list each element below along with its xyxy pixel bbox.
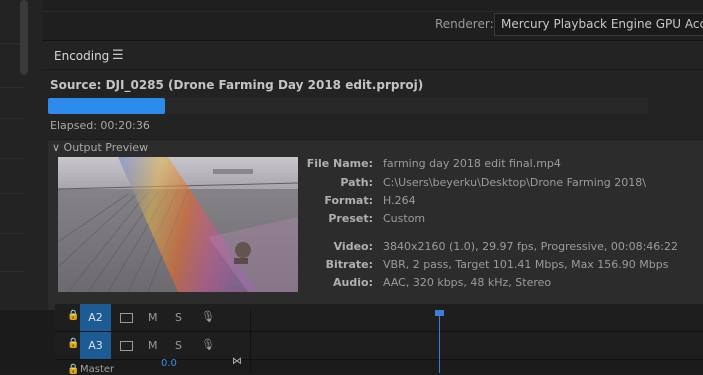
left-scrollbar[interactable] xyxy=(20,0,28,75)
info-value-video: 3840x2160 (1.0), 29.97 fps, Progressive,… xyxy=(383,240,679,253)
mic-icon[interactable]: 🎙 xyxy=(201,338,215,351)
track-output-icon[interactable] xyxy=(120,341,133,351)
progress-fill xyxy=(48,98,165,114)
lock-icon[interactable]: 🔒 xyxy=(67,310,79,321)
elapsed-time: Elapsed: 00:20:36 xyxy=(50,119,150,132)
info-value-bitrate: VBR, 2 pass, Target 101.41 Mbps, Max 156… xyxy=(383,258,669,271)
encoding-progress-bar xyxy=(48,98,648,114)
panel-header: Encoding ☰ xyxy=(42,41,703,70)
info-label-audio: Audio: xyxy=(333,276,373,289)
panel-menu-icon[interactable]: ☰ xyxy=(112,48,124,63)
mic-icon[interactable]: 🎙 xyxy=(201,310,215,323)
master-track-label: Master xyxy=(80,364,115,375)
info-value-path: C:\Users\beyerku\Desktop\Drone Farming 2… xyxy=(383,176,646,189)
info-value-audio: AAC, 320 kbps, 48 kHz, Stereo xyxy=(383,276,552,289)
renderer-dropdown[interactable]: Mercury Playback Engine GPU Acceleration… xyxy=(494,13,703,36)
info-label-preset: Preset: xyxy=(328,212,373,225)
tab-encoding[interactable]: Encoding xyxy=(54,49,109,63)
source-title: Source: DJI_0285 (Drone Farming Day 2018… xyxy=(50,78,424,92)
bowtie-icon[interactable]: ⋈ xyxy=(232,356,242,367)
output-preview-section: ∨ Output Preview xyxy=(48,139,703,311)
output-preview-toggle[interactable]: ∨ Output Preview xyxy=(52,141,148,154)
audio-track-a2[interactable]: 🔒 A2 M S 🎙 xyxy=(55,304,703,332)
master-volume-value[interactable]: 0.0 xyxy=(161,358,177,369)
track-header-divider xyxy=(250,310,251,373)
info-value-preset: Custom xyxy=(383,212,426,225)
renderer-label: Renderer: xyxy=(435,17,494,31)
solo-button[interactable]: S xyxy=(175,311,182,324)
solo-button[interactable]: S xyxy=(175,339,182,352)
track-output-icon[interactable] xyxy=(120,313,133,323)
track-target-a3[interactable]: A3 xyxy=(80,332,111,359)
lock-icon[interactable]: 🔒 xyxy=(67,338,79,349)
info-value-format: H.264 xyxy=(383,194,416,207)
info-label-file-name: File Name: xyxy=(306,157,373,170)
renderer-bar: Renderer: Mercury Playback Engine GPU Ac… xyxy=(42,0,703,41)
playhead-line[interactable] xyxy=(439,316,440,373)
info-label-format: Format: xyxy=(324,194,373,207)
audio-track-a3[interactable]: 🔒 A3 M S 🎙 xyxy=(55,332,703,360)
info-value-file-name: farming day 2018 edit final.mp4 xyxy=(383,157,561,170)
mute-button[interactable]: M xyxy=(148,311,158,324)
mute-button[interactable]: M xyxy=(148,339,158,352)
info-label-path: Path: xyxy=(340,176,373,189)
lock-icon[interactable]: 🔒 xyxy=(67,364,79,375)
info-label-video: Video: xyxy=(333,240,373,253)
track-target-a2[interactable]: A2 xyxy=(80,304,111,331)
info-label-bitrate: Bitrate: xyxy=(325,258,373,271)
